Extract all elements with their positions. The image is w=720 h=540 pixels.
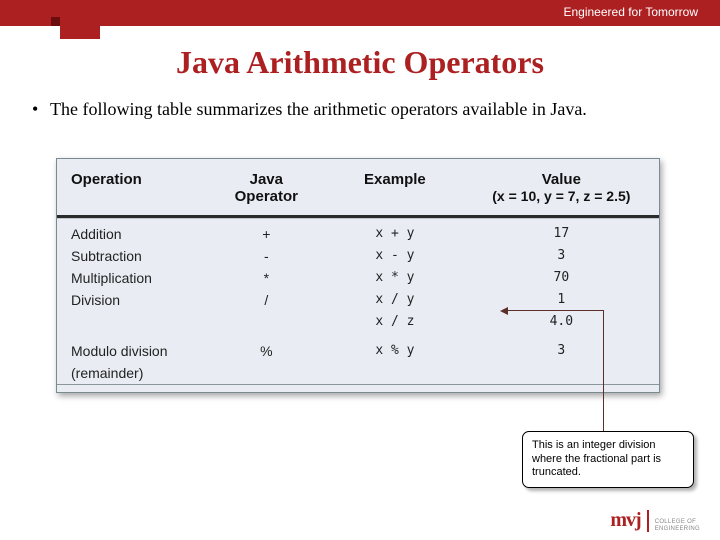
logo-sub1: COLLEGE OF [655, 519, 700, 525]
corner-tab [60, 26, 100, 39]
table-header-row: Operation Java Operator Example Value (x… [57, 159, 659, 218]
cell-ex: x / z [326, 311, 464, 332]
table-row: Modulo division % x % y 3 [57, 340, 659, 362]
cell-op [57, 311, 207, 332]
cell-op: Subtraction [57, 245, 207, 267]
top-bar: Engineered for Tomorrow [0, 0, 720, 26]
cell-java: / [207, 289, 327, 311]
table-bottom-rule [57, 384, 659, 392]
cell-val: 17 [464, 223, 659, 245]
cell-java: % [207, 340, 327, 362]
slide: Engineered for Tomorrow Java Arithmetic … [0, 0, 720, 540]
cell-val: 1 [464, 289, 659, 311]
table-row: (remainder) [57, 362, 659, 384]
table-spacer [57, 332, 659, 340]
callout-arrow-v [603, 310, 604, 438]
table-row: Addition + x + y 17 [57, 218, 659, 245]
col-java-label: Java Operator [217, 171, 317, 205]
cell-op: Multiplication [57, 267, 207, 289]
cell-ex: x + y [326, 223, 464, 245]
page-title: Java Arithmetic Operators [0, 44, 720, 81]
tagline: Engineered for Tomorrow [563, 5, 698, 19]
logo-text: mvj [610, 509, 640, 532]
callout-arrow-h [504, 310, 604, 311]
cell-op: Modulo division [57, 340, 207, 362]
col-java: Java Operator [207, 159, 327, 215]
logo-bar-icon [647, 510, 649, 532]
operators-table: Operation Java Operator Example Value (x… [56, 158, 660, 393]
table-row: Subtraction - x - y 3 [57, 245, 659, 267]
table-row: Division / x / y 1 [57, 289, 659, 311]
callout-box: This is an integer division where the fr… [522, 431, 694, 488]
cell-op: (remainder) [57, 362, 207, 384]
mvj-logo: mvj COLLEGE OF ENGINEERING [610, 509, 700, 532]
cell-java: + [207, 223, 327, 245]
cell-op: Division [57, 289, 207, 311]
bullet-item: • The following table summarizes the ari… [50, 98, 650, 121]
callout-arrow-head-icon [500, 307, 508, 315]
logo-subtext: COLLEGE OF ENGINEERING [655, 519, 700, 532]
cell-val: 70 [464, 267, 659, 289]
cell-ex: x % y [326, 340, 464, 362]
col-value: Value (x = 10, y = 7, z = 2.5) [464, 159, 659, 215]
cell-java: * [207, 267, 327, 289]
table-row: Multiplication * x * y 70 [57, 267, 659, 289]
col-value-top: Value [474, 171, 649, 188]
col-value-sub: (x = 10, y = 7, z = 2.5) [474, 188, 649, 204]
cell-ex: x * y [326, 267, 464, 289]
cell-java [207, 311, 327, 332]
cell-ex [326, 362, 464, 384]
cell-ex: x / y [326, 289, 464, 311]
bullet-dot-icon: • [32, 98, 38, 121]
cell-ex: x - y [326, 245, 464, 267]
cell-java: - [207, 245, 327, 267]
logo-sub2: ENGINEERING [655, 526, 700, 532]
cell-java [207, 362, 327, 384]
col-example: Example [326, 159, 464, 215]
cell-val: 3 [464, 340, 659, 362]
cell-val [464, 362, 659, 384]
cell-val: 3 [464, 245, 659, 267]
bullet-text: The following table summarizes the arith… [50, 99, 587, 119]
table-row: x / z 4.0 [57, 311, 659, 332]
cell-val: 4.0 [464, 311, 659, 332]
col-operation: Operation [57, 159, 207, 215]
cell-op: Addition [57, 223, 207, 245]
